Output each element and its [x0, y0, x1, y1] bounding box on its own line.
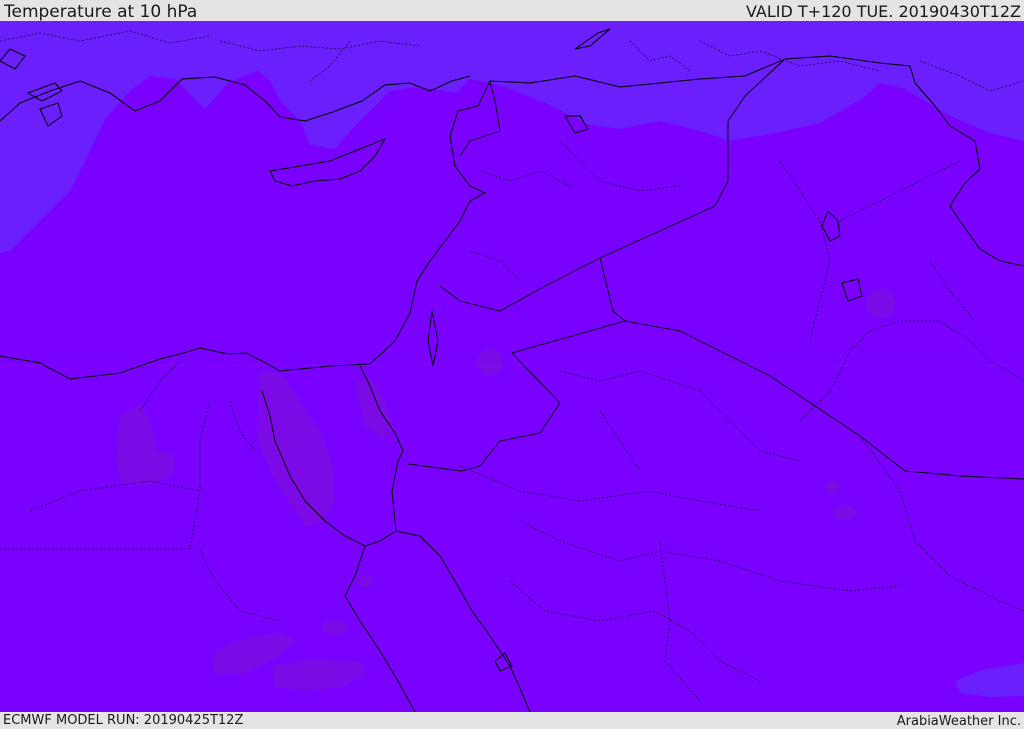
- credit-label: ArabiaWeather Inc.: [896, 714, 1021, 729]
- temperature-map: [0, 21, 1024, 712]
- temperature-field: [0, 21, 1024, 712]
- footer-bar: ECMWF MODEL RUN: 20190425T12Z ArabiaWeat…: [0, 712, 1024, 729]
- valid-time: VALID T+120 TUE. 20190430T12Z: [745, 2, 1021, 21]
- header-bar: Temperature at 10 hPa VALID T+120 TUE. 2…: [0, 0, 1024, 21]
- model-run-label: ECMWF MODEL RUN: 20190425T12Z: [3, 713, 244, 728]
- map-title: Temperature at 10 hPa: [4, 2, 198, 22]
